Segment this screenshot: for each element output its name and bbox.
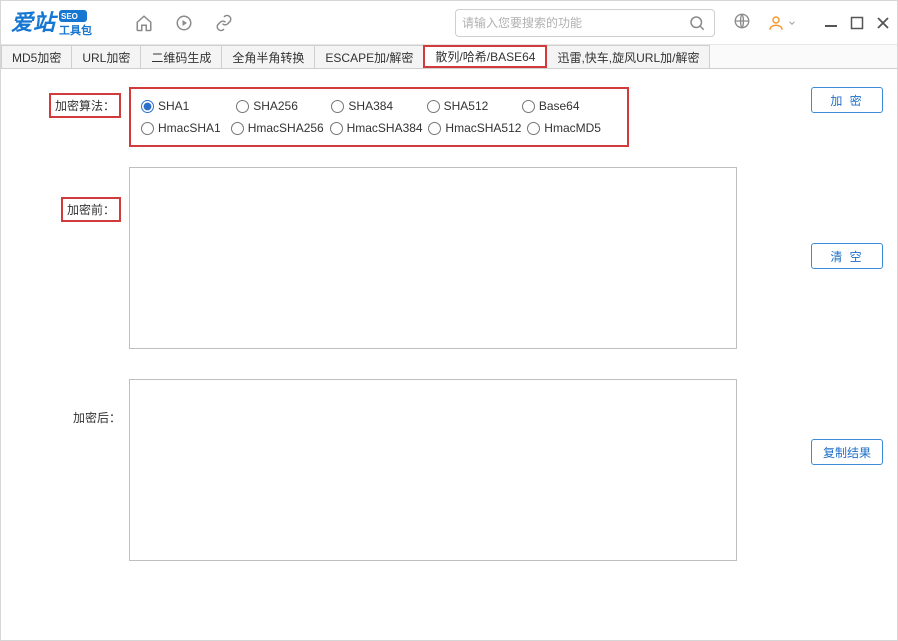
- before-row: 加密前：: [1, 167, 787, 349]
- radio-base64[interactable]: Base64: [522, 99, 617, 113]
- algorithm-label: 加密算法：: [1, 87, 129, 118]
- algorithm-row: 加密算法： SHA1 SHA256 SHA384 SHA512 Base64 H…: [1, 87, 787, 147]
- radio-hmacmd5[interactable]: HmacMD5: [527, 121, 617, 135]
- after-row: 加密后：: [1, 379, 787, 561]
- tab-label: 迅雷,快车,旋风URL加/解密: [557, 49, 699, 66]
- titlebar-right: [733, 12, 891, 33]
- link-icon[interactable]: [215, 14, 233, 32]
- user-menu[interactable]: [767, 14, 797, 32]
- search-icon[interactable]: [686, 12, 708, 34]
- tab-label: ESCAPE加/解密: [325, 49, 413, 66]
- radio-sha1[interactable]: SHA1: [141, 99, 236, 113]
- radio-hmacsha384[interactable]: HmacSHA384: [330, 121, 429, 135]
- copy-result-button[interactable]: 复制结果: [811, 439, 883, 465]
- app-logo: 爱站 SEO 工具包: [11, 8, 121, 38]
- search-input[interactable]: [462, 16, 686, 30]
- encrypt-button[interactable]: 加 密: [811, 87, 883, 113]
- svg-text:工具包: 工具包: [59, 23, 92, 37]
- tab-escape[interactable]: ESCAPE加/解密: [314, 45, 424, 68]
- svg-text:SEO: SEO: [61, 12, 78, 21]
- tab-strip: MD5加密 URL加密 二维码生成 全角半角转换 ESCAPE加/解密 散列/哈…: [1, 45, 897, 69]
- minimize-button[interactable]: [823, 15, 839, 31]
- after-label: 加密后：: [1, 379, 129, 426]
- tab-label: 散列/哈希/BASE64: [435, 48, 535, 65]
- svg-text:爱站: 爱站: [11, 10, 59, 35]
- radio-sha256[interactable]: SHA256: [236, 99, 331, 113]
- play-icon[interactable]: [175, 14, 193, 32]
- window-controls: [823, 15, 891, 31]
- radio-sha512[interactable]: SHA512: [427, 99, 522, 113]
- close-button[interactable]: [875, 15, 891, 31]
- tab-label: URL加密: [82, 49, 130, 66]
- tab-url[interactable]: URL加密: [71, 45, 141, 68]
- algorithm-options: SHA1 SHA256 SHA384 SHA512 Base64 HmacSHA…: [129, 87, 629, 147]
- globe-icon[interactable]: [733, 12, 751, 33]
- after-textarea[interactable]: [129, 379, 737, 561]
- toolbar-icons: [135, 14, 233, 32]
- search-box[interactable]: [455, 9, 715, 37]
- tab-label: 全角半角转换: [232, 49, 304, 66]
- tab-label: MD5加密: [12, 49, 61, 66]
- tab-qrcode[interactable]: 二维码生成: [140, 45, 222, 68]
- before-textarea[interactable]: [129, 167, 737, 349]
- home-icon[interactable]: [135, 14, 153, 32]
- tab-hash-base64[interactable]: 散列/哈希/BASE64: [423, 45, 547, 68]
- clear-button[interactable]: 清 空: [811, 243, 883, 269]
- before-label: 加密前：: [1, 167, 129, 222]
- radio-hmacsha512[interactable]: HmacSHA512: [428, 121, 527, 135]
- tab-fullhalf[interactable]: 全角半角转换: [221, 45, 315, 68]
- maximize-button[interactable]: [849, 15, 865, 31]
- main-content: 加密算法： SHA1 SHA256 SHA384 SHA512 Base64 H…: [1, 69, 897, 640]
- chevron-down-icon: [787, 18, 797, 28]
- side-buttons: 加 密 清 空 复制结果: [787, 69, 897, 640]
- tab-label: 二维码生成: [151, 49, 211, 66]
- tab-thunder-url[interactable]: 迅雷,快车,旋风URL加/解密: [546, 45, 710, 68]
- title-bar: 爱站 SEO 工具包: [1, 1, 897, 45]
- radio-hmacsha1[interactable]: HmacSHA1: [141, 121, 231, 135]
- radio-hmacsha256[interactable]: HmacSHA256: [231, 121, 330, 135]
- radio-sha384[interactable]: SHA384: [331, 99, 426, 113]
- tab-md5[interactable]: MD5加密: [1, 45, 72, 68]
